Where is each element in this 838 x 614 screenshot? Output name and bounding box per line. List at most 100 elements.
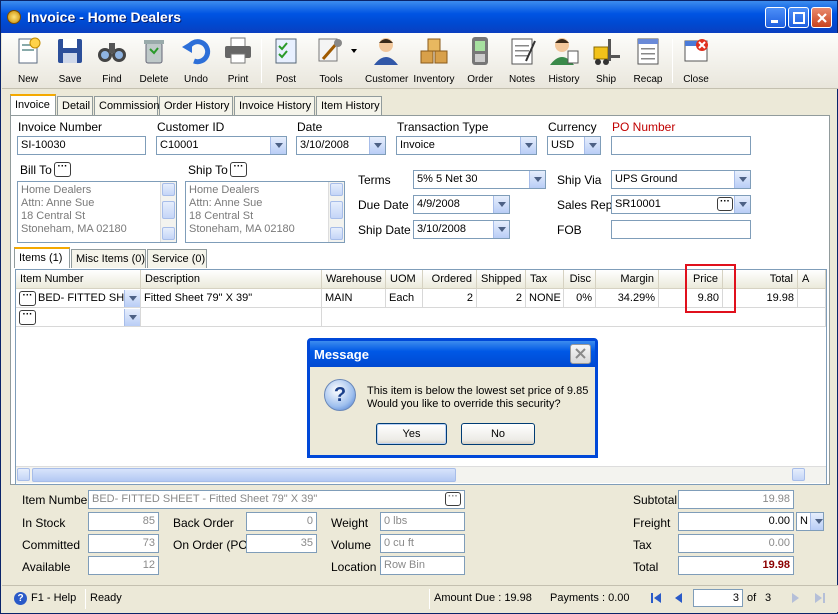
bill-to-lookup-button[interactable]: ··· bbox=[54, 162, 71, 177]
bill-to-address[interactable]: Home Dealers Attn: Anne Sue 18 Central S… bbox=[17, 181, 177, 243]
tab-commission[interactable]: Commission bbox=[94, 96, 160, 115]
chevron-down-icon[interactable] bbox=[493, 221, 509, 238]
tab-items[interactable]: Items (1) bbox=[14, 247, 70, 268]
address-scrollbar[interactable] bbox=[160, 182, 176, 242]
customer-button[interactable]: Customer bbox=[365, 35, 408, 87]
scroll-down-arrow[interactable] bbox=[162, 227, 175, 240]
transaction-type-select[interactable]: Invoice bbox=[396, 136, 537, 155]
sales-rep-select[interactable]: SR10001 ··· bbox=[611, 195, 751, 214]
minimize-button[interactable] bbox=[765, 7, 786, 28]
freight-field[interactable]: 0.00 bbox=[678, 512, 794, 531]
scroll-down-arrow[interactable] bbox=[330, 227, 343, 240]
chevron-down-icon[interactable] bbox=[810, 513, 823, 530]
freight-code-select[interactable]: N bbox=[796, 512, 824, 531]
column-header-margin[interactable]: Margin bbox=[596, 270, 659, 289]
cell-ordered[interactable]: 2 bbox=[423, 289, 477, 308]
cell-uom[interactable]: Each bbox=[386, 289, 423, 308]
chevron-down-icon[interactable] bbox=[529, 171, 545, 188]
date-field[interactable]: 3/10/2008 bbox=[296, 136, 386, 155]
item-lookup-button[interactable]: ··· bbox=[19, 291, 36, 306]
scroll-thumb[interactable] bbox=[330, 201, 343, 219]
close-window-button[interactable] bbox=[811, 7, 832, 28]
chevron-down-icon[interactable] bbox=[493, 196, 509, 213]
chevron-down-icon[interactable] bbox=[369, 137, 385, 154]
scroll-thumb[interactable] bbox=[162, 201, 175, 219]
cell-new-item-number[interactable]: ··· bbox=[16, 308, 141, 327]
po-number-field[interactable] bbox=[611, 136, 751, 155]
fob-field[interactable] bbox=[611, 220, 751, 239]
new-button[interactable]: New bbox=[7, 35, 49, 87]
tab-service[interactable]: Service (0) bbox=[147, 249, 207, 268]
due-date-field[interactable]: 4/9/2008 bbox=[413, 195, 510, 214]
tab-invoice[interactable]: Invoice bbox=[10, 94, 56, 115]
ship-via-select[interactable]: UPS Ground bbox=[611, 170, 751, 189]
yes-button[interactable]: Yes bbox=[376, 423, 447, 445]
tab-order-history[interactable]: Order History bbox=[159, 96, 233, 115]
chevron-down-icon[interactable] bbox=[520, 137, 536, 154]
scroll-up-arrow[interactable] bbox=[162, 183, 175, 196]
scroll-up-arrow[interactable] bbox=[330, 183, 343, 196]
item-detail-button[interactable]: ··· bbox=[445, 492, 461, 506]
column-header-shipped[interactable]: Shipped bbox=[477, 270, 526, 289]
record-number-field[interactable]: 3 bbox=[693, 589, 743, 607]
cell-margin[interactable]: 34.29% bbox=[596, 289, 659, 308]
delete-button[interactable]: Delete bbox=[133, 35, 175, 87]
column-header-tax[interactable]: Tax bbox=[526, 270, 564, 289]
chevron-down-icon[interactable] bbox=[351, 49, 357, 53]
help-hint[interactable]: F1 - Help bbox=[31, 592, 76, 604]
tab-item-history[interactable]: Item History bbox=[316, 96, 382, 115]
chevron-down-icon[interactable] bbox=[124, 309, 140, 326]
chevron-down-icon[interactable] bbox=[584, 137, 600, 154]
address-scrollbar[interactable] bbox=[328, 182, 344, 242]
grid-horizontal-scrollbar[interactable] bbox=[16, 466, 826, 483]
ship-button[interactable]: Ship bbox=[585, 35, 627, 87]
terms-select[interactable]: 5% 5 Net 30 bbox=[413, 170, 546, 189]
column-header-warehouse[interactable]: Warehouse bbox=[322, 270, 386, 289]
column-header-description[interactable]: Description bbox=[141, 270, 322, 289]
post-button[interactable]: Post bbox=[265, 35, 307, 87]
cell-new-row[interactable] bbox=[322, 308, 826, 327]
cell-item-number[interactable]: ··· BED- FITTED SHEE bbox=[16, 289, 141, 308]
previous-record-icon[interactable] bbox=[671, 591, 685, 605]
cell-disc[interactable]: 0% bbox=[564, 289, 596, 308]
inventory-button[interactable]: Inventory bbox=[413, 35, 455, 87]
print-button[interactable]: Print bbox=[217, 35, 259, 87]
cell-description[interactable]: Fitted Sheet 79" X 39" bbox=[141, 289, 322, 308]
cell-more[interactable] bbox=[798, 289, 826, 308]
chevron-down-icon[interactable] bbox=[734, 171, 750, 188]
column-header-more[interactable]: A bbox=[798, 270, 826, 289]
chevron-down-icon[interactable] bbox=[270, 137, 286, 154]
scroll-right-arrow[interactable] bbox=[792, 468, 805, 481]
first-record-icon[interactable] bbox=[649, 591, 663, 605]
column-header-ordered[interactable]: Ordered bbox=[423, 270, 477, 289]
dialog-title[interactable]: Message bbox=[310, 341, 595, 367]
help-icon[interactable]: ? bbox=[14, 592, 27, 605]
new-item-lookup-button[interactable]: ··· bbox=[19, 310, 36, 325]
column-header-disc[interactable]: Disc bbox=[564, 270, 596, 289]
chevron-down-icon[interactable] bbox=[124, 290, 140, 307]
no-button[interactable]: No bbox=[461, 423, 535, 445]
notes-button[interactable]: Notes bbox=[501, 35, 543, 87]
chevron-down-icon[interactable] bbox=[734, 196, 750, 213]
ship-to-lookup-button[interactable]: ··· bbox=[230, 162, 247, 177]
invoice-number-field[interactable]: SI-10030 bbox=[17, 136, 146, 155]
tools-button[interactable]: Tools bbox=[307, 35, 357, 87]
cell-new-description[interactable] bbox=[141, 308, 322, 327]
find-button[interactable]: Find bbox=[91, 35, 133, 87]
maximize-button[interactable] bbox=[788, 7, 809, 28]
cell-tax[interactable]: NONE bbox=[526, 289, 564, 308]
save-button[interactable]: Save bbox=[49, 35, 91, 87]
column-header-item-number[interactable]: Item Number bbox=[16, 270, 141, 289]
customer-id-field[interactable]: C10001 bbox=[156, 136, 287, 155]
column-header-uom[interactable]: UOM bbox=[386, 270, 423, 289]
tab-detail[interactable]: Detail bbox=[57, 96, 93, 115]
tab-misc-items[interactable]: Misc Items (0) bbox=[71, 249, 146, 268]
scroll-left-arrow[interactable] bbox=[17, 468, 30, 481]
dialog-close-button[interactable] bbox=[570, 344, 591, 364]
cell-shipped[interactable]: 2 bbox=[477, 289, 526, 308]
scroll-thumb[interactable] bbox=[32, 468, 456, 482]
ship-date-field[interactable]: 3/10/2008 bbox=[413, 220, 510, 239]
order-button[interactable]: Order bbox=[459, 35, 501, 87]
next-record-icon[interactable] bbox=[789, 591, 803, 605]
history-button[interactable]: History bbox=[543, 35, 585, 87]
